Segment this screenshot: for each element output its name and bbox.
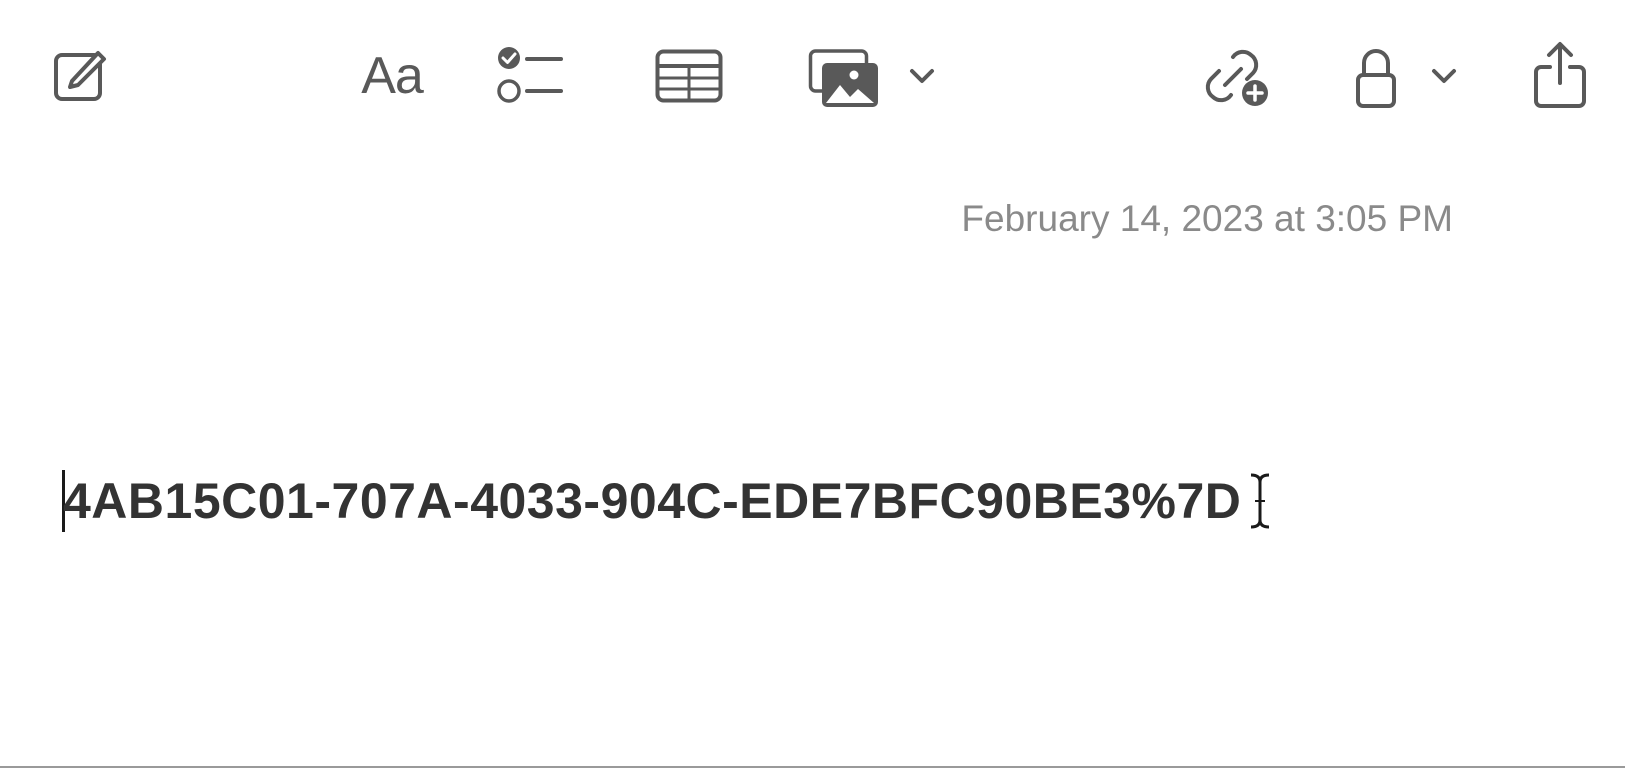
table-button[interactable]	[654, 48, 724, 104]
chevron-down-icon	[910, 69, 934, 83]
note-editor[interactable]: 4AB15C01-707A-4033-904C-EDE7BFC90BE3%7D	[62, 470, 1273, 532]
share-button[interactable]	[1532, 40, 1588, 110]
format-text-button[interactable]: Aa	[352, 46, 432, 106]
link-add-icon	[1205, 49, 1268, 106]
chevron-down-icon	[1432, 69, 1456, 83]
note-timestamp: February 14, 2023 at 3:05 PM	[961, 198, 1453, 239]
ibeam-cursor-icon	[1251, 473, 1270, 529]
add-link-button[interactable]	[1202, 44, 1272, 110]
photo-icon	[808, 49, 878, 107]
checklist-icon	[497, 47, 563, 103]
share-icon	[1534, 42, 1586, 108]
compose-button[interactable]	[48, 44, 112, 106]
media-menu-button[interactable]	[906, 62, 938, 90]
text-format-icon: Aa	[361, 47, 424, 105]
table-icon	[655, 49, 723, 103]
checklist-button[interactable]	[494, 44, 566, 108]
lock-button[interactable]	[1354, 46, 1398, 110]
note-body-text[interactable]: 4AB15C01-707A-4033-904C-EDE7BFC90BE3%7D	[63, 472, 1241, 530]
lock-menu-button[interactable]	[1428, 62, 1460, 90]
compose-icon	[54, 51, 106, 101]
media-button[interactable]	[808, 46, 880, 110]
toolbar: Aa	[0, 0, 1625, 150]
lock-icon	[1356, 49, 1396, 108]
